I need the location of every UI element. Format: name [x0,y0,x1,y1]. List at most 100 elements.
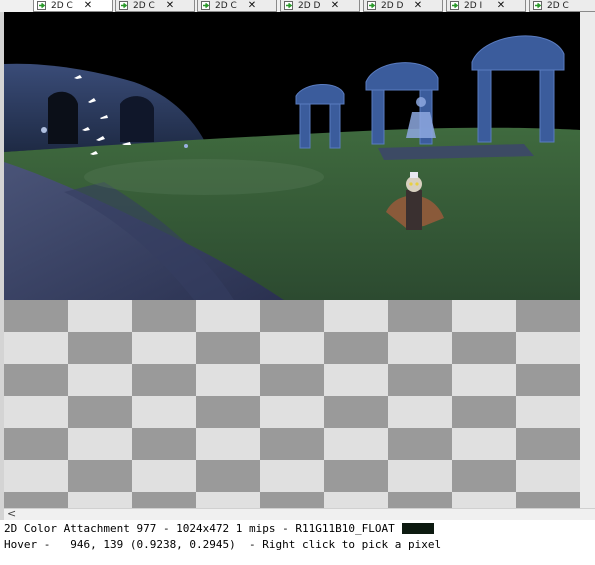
checker-cell [196,460,260,492]
hover-status: Hover - 946, 139 (0.9238, 0.2945) - Righ… [0,537,595,552]
tab-label: 2D C [215,0,237,11]
checker-cell [260,332,324,364]
checker-cell [452,332,516,364]
checker-cell [4,460,68,492]
pixel-color-swatch [402,523,435,534]
checker-cell [260,428,324,460]
horizontal-scrollbar[interactable]: < [4,508,595,520]
tab-label: 2D I [464,0,483,11]
document-arrow-icon [119,1,130,10]
close-icon[interactable]: ✕ [83,0,93,11]
checker-cell [388,428,452,460]
checker-cell [516,300,580,332]
checker-cell [388,300,452,332]
tab-label: 2D C [547,0,569,11]
tab-label: 2D D [298,0,321,11]
checker-cell [260,396,324,428]
checker-cell [452,396,516,428]
checker-cell [324,332,388,364]
close-icon[interactable]: ✕ [496,0,506,11]
checker-cell [132,492,196,508]
checker-cell [4,364,68,396]
checker-cell [324,300,388,332]
rendered-texture-image[interactable] [4,12,580,300]
checker-cell [260,460,324,492]
checker-cell [516,364,580,396]
checker-cell [388,396,452,428]
texture-tab-4[interactable]: 2D D ✕ [280,0,360,12]
checker-cell [4,492,68,508]
checker-cell [4,300,68,332]
checker-cell [4,396,68,428]
checker-cell [68,460,132,492]
checker-cell [196,300,260,332]
viewport-right-gutter [580,12,595,508]
checker-cell [516,332,580,364]
game-scene-picture [4,12,580,300]
checker-cell [324,428,388,460]
checker-cell [132,396,196,428]
close-icon[interactable]: ✕ [330,0,340,11]
checker-cell [324,364,388,396]
checker-cell [452,428,516,460]
checker-cell [196,492,260,508]
texture-tab-7[interactable]: 2D C [529,0,595,12]
texture-tab-5[interactable]: 2D D ✕ [363,0,443,12]
checker-cell [132,332,196,364]
checker-cell [196,332,260,364]
checker-cell [452,492,516,508]
checker-cell [132,428,196,460]
checker-cell [388,364,452,396]
checker-cell [196,364,260,396]
checker-cell [452,300,516,332]
close-icon[interactable]: ✕ [247,0,257,11]
checker-cell [4,332,68,364]
checker-cell [68,300,132,332]
document-arrow-icon [367,1,378,10]
checker-cell [516,460,580,492]
checker-cell [68,364,132,396]
checker-cell [196,428,260,460]
tab-label: 2D C [133,0,155,11]
checker-cell [260,364,324,396]
checker-cell [68,396,132,428]
checker-cell [388,332,452,364]
checker-cell [452,364,516,396]
checker-cell [196,396,260,428]
hover-info-text: Hover - 946, 139 (0.9238, 0.2945) - Righ… [4,538,442,551]
scroll-left-arrow-icon[interactable]: < [7,508,16,520]
texture-tab-6[interactable]: 2D I ✕ [446,0,526,12]
checker-cell [260,300,324,332]
document-arrow-icon [37,1,48,10]
checker-cell [68,332,132,364]
texture-info-status: 2D Color Attachment 977 - 1024x472 1 mip… [0,521,595,536]
checker-cell [388,460,452,492]
checker-cell [132,460,196,492]
checker-cell [516,396,580,428]
checker-cell [452,460,516,492]
checker-cell [68,492,132,508]
texture-tab-3[interactable]: 2D C ✕ [197,0,277,12]
document-arrow-icon [201,1,212,10]
document-arrow-icon [284,1,295,10]
texture-tab-1[interactable]: 2D C ✕ [33,0,113,12]
close-icon[interactable]: ✕ [413,0,423,11]
checker-cell [260,492,324,508]
texture-info-text: 2D Color Attachment 977 - 1024x472 1 mip… [4,522,395,535]
checker-cell [132,300,196,332]
document-arrow-icon [450,1,461,10]
close-icon[interactable]: ✕ [165,0,175,11]
checker-cell [68,428,132,460]
document-arrow-icon [533,1,544,10]
checker-cell [388,492,452,508]
checker-cell [324,460,388,492]
transparency-checkerboard [4,300,580,508]
checker-cell [516,492,580,508]
checker-cell [324,492,388,508]
texture-tab-2[interactable]: 2D C ✕ [115,0,195,12]
tab-label: 2D C [51,0,73,11]
checker-cell [4,428,68,460]
checker-cell [324,396,388,428]
checker-cell [516,428,580,460]
checker-cell [132,364,196,396]
